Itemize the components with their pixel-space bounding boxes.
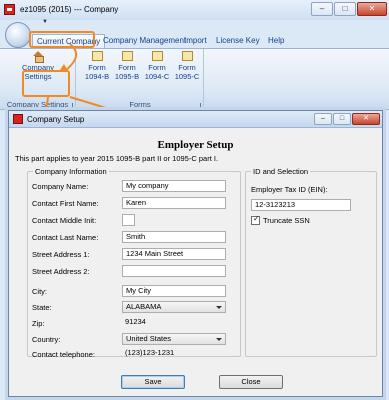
city-input[interactable]: My City <box>122 285 226 297</box>
truncate-ssn-label: Truncate SSN <box>263 216 310 225</box>
state-label: State: <box>32 303 52 312</box>
dialog-title-bar: Company Setup – □ ✕ <box>9 111 382 128</box>
form-1095b-label: Form 1095-B <box>114 63 140 81</box>
ein-input[interactable]: 12-3123213 <box>251 199 351 211</box>
company-name-input[interactable]: My company <box>122 180 226 192</box>
country-select-value: United States <box>126 334 172 343</box>
save-button[interactable]: Save <box>121 375 185 389</box>
quick-access-dropdown-icon[interactable]: ▼ <box>42 19 48 25</box>
check-icon: ✓ <box>253 214 260 223</box>
callout-current-company <box>29 31 95 48</box>
id-selection-legend: ID and Selection <box>251 167 311 176</box>
ein-label: Employer Tax ID (EIN): <box>251 185 328 194</box>
address1-input[interactable]: 1234 Main Street <box>122 248 226 260</box>
minimize-button[interactable]: – <box>311 2 333 16</box>
tab-company-management[interactable]: Company Management <box>103 36 186 45</box>
address1-label: Street Address 1: <box>32 250 90 259</box>
first-name-label: Contact First Name: <box>32 199 99 208</box>
callout-company-settings <box>22 70 70 97</box>
title-bar: ez1095 (2015) --- Company – □ ✕ <box>0 0 389 20</box>
telephone-label: Contact telephone: <box>32 350 95 359</box>
chevron-down-icon <box>216 338 222 341</box>
middle-init-label: Contact Middle Init: <box>32 216 97 225</box>
form-icon <box>121 51 133 61</box>
city-label: City: <box>32 287 47 296</box>
middle-init-input[interactable] <box>122 214 135 226</box>
group-label-forms: Forms <box>129 100 151 109</box>
house-icon <box>32 51 44 63</box>
form-1094c-label: Form 1094-C <box>144 63 170 81</box>
form-icon <box>181 51 193 61</box>
dialog-app-icon <box>13 114 23 124</box>
company-information-group: Company Information Company Name: My com… <box>27 167 241 359</box>
form-icon <box>151 51 163 61</box>
zip-value[interactable]: 91234 <box>122 317 226 327</box>
tab-help[interactable]: Help <box>268 36 284 45</box>
dialog-maximize-button[interactable]: □ <box>333 113 351 125</box>
last-name-label: Contact Last Name: <box>32 233 99 242</box>
app-window: ez1095 (2015) --- Company – □ ✕ ▼ Curren… <box>0 0 389 400</box>
form-1095c-label: Form 1095-C <box>174 63 200 81</box>
tab-import[interactable]: Import <box>184 36 207 45</box>
app-icon <box>4 4 15 15</box>
company-information-legend: Company Information <box>33 167 109 176</box>
telephone-value[interactable]: (123)123-1231 <box>122 348 226 358</box>
tab-license-key[interactable]: License Key <box>216 36 260 45</box>
quick-access-toolbar: ▼ <box>38 19 78 31</box>
form-1094c-button[interactable]: Form 1094-C <box>143 51 171 81</box>
maximize-button[interactable]: □ <box>334 2 356 16</box>
zip-label: Zip: <box>32 319 45 328</box>
form-icon <box>91 51 103 61</box>
group-launcher-icon[interactable] <box>68 103 73 108</box>
dialog-title: Company Setup <box>27 115 85 124</box>
close-button[interactable]: ✕ <box>357 2 387 16</box>
truncate-ssn-checkbox[interactable]: ✓ <box>251 214 260 225</box>
dialog-minimize-button[interactable]: – <box>314 113 332 125</box>
form-1095c-button[interactable]: Form 1095-C <box>173 51 201 81</box>
id-selection-group: ID and Selection Employer Tax ID (EIN): … <box>245 167 377 357</box>
application-menu-button[interactable] <box>5 22 31 48</box>
dialog-note: This part applies to year 2015 1095-B pa… <box>15 154 219 163</box>
first-name-input[interactable]: Karen <box>122 197 226 209</box>
close-dialog-button[interactable]: Close <box>219 375 283 389</box>
dialog-heading: Employer Setup <box>157 139 234 151</box>
form-1094b-label: Form 1094-B <box>84 63 110 81</box>
last-name-input[interactable]: Smith <box>122 231 226 243</box>
state-select[interactable]: ALABAMA <box>122 301 226 313</box>
company-name-label: Company Name: <box>32 182 89 191</box>
form-1095b-button[interactable]: Form 1095-B <box>113 51 141 81</box>
address2-input[interactable] <box>122 265 226 277</box>
country-label: Country: <box>32 335 61 344</box>
company-setup-dialog: Company Setup – □ ✕ Employer Setup This … <box>8 110 383 397</box>
group-launcher-icon[interactable] <box>196 103 201 108</box>
form-1094b-button[interactable]: Form 1094-B <box>83 51 111 81</box>
app-title: ez1095 (2015) --- Company <box>20 5 119 14</box>
chevron-down-icon <box>216 306 222 309</box>
ribbon-group-forms: Form 1094-B Form 1095-B Form 1094-C Form… <box>77 49 204 110</box>
dialog-close-button[interactable]: ✕ <box>352 113 380 125</box>
address2-label: Street Address 2: <box>32 267 90 276</box>
country-select[interactable]: United States <box>122 333 226 345</box>
group-label-company-settings: Company Settings <box>6 100 69 109</box>
state-select-value: ALABAMA <box>126 302 162 311</box>
